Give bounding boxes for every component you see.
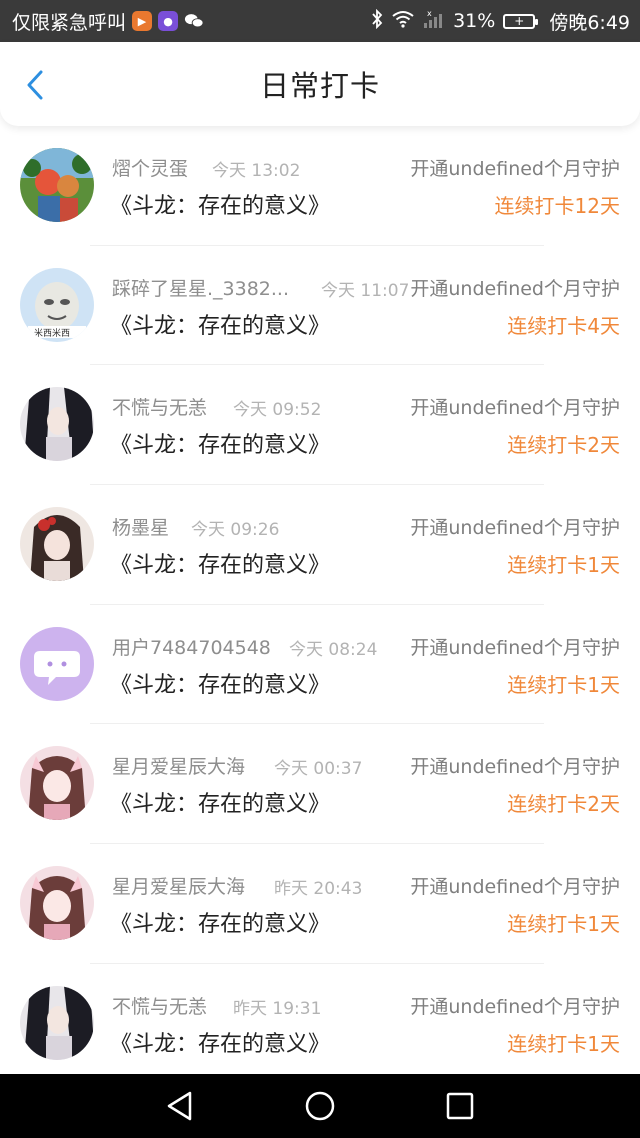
guard-promo-text: 开通undefined个月守护 — [408, 393, 620, 421]
guard-promo-text: 开通undefined个月守护 — [408, 632, 620, 660]
streak-label: 连续打卡2天 — [507, 433, 620, 458]
checkin-list: 熠个灵蛋 今天 13:02 开通undefined个月守护 《斗龙：存在的意义》… — [0, 126, 640, 1084]
nav-back-button[interactable] — [160, 1086, 200, 1126]
checkin-row[interactable]: 熠个灵蛋 今天 13:02 开通undefined个月守护 《斗龙：存在的意义》… — [0, 126, 640, 246]
book-title[interactable]: 《斗龙：存在的意义》 — [110, 547, 330, 579]
streak-label: 连续打卡1天 — [507, 912, 620, 937]
checkin-row[interactable]: 米西米西 踩碎了星星._3382... 今天 11:07 开通undefined… — [0, 246, 640, 366]
streak-label: 连续打卡1天 — [507, 553, 620, 578]
guard-promo-text: 开通undefined个月守护 — [408, 752, 620, 780]
guard-promo-text: 开通undefined个月守护 — [408, 991, 620, 1019]
user-name[interactable]: 星月爱星辰大海 — [112, 872, 245, 899]
book-title[interactable]: 《斗龙：存在的意义》 — [110, 188, 330, 220]
book-title[interactable]: 《斗龙：存在的意义》 — [110, 1026, 330, 1058]
checkin-row[interactable]: 星月爱星辰大海 昨天 20:43 开通undefined个月守护 《斗龙：存在的… — [0, 844, 640, 964]
status-right: x 31% + 傍晚6:49 — [371, 8, 630, 35]
status-left: 仅限紧急呼叫 ▶ ● — [12, 8, 204, 35]
system-nav-bar — [0, 1074, 640, 1138]
clock: 傍晚6:49 — [549, 11, 630, 34]
checkin-time: 今天 09:52 — [233, 400, 322, 421]
streak-label: 连续打卡1天 — [507, 1031, 620, 1056]
user-name[interactable]: 不慌与无恙 — [112, 393, 207, 420]
nav-recents-button[interactable] — [440, 1086, 480, 1126]
user-name[interactable]: 不慌与无恙 — [112, 992, 207, 1019]
avatar[interactable] — [20, 626, 94, 701]
avatar[interactable] — [20, 507, 94, 582]
avatar[interactable] — [20, 387, 94, 462]
wifi-icon — [391, 10, 415, 33]
checkin-row[interactable]: 不慌与无恙 今天 09:52 开通undefined个月守护 《斗龙：存在的意义… — [0, 365, 640, 485]
back-button[interactable] — [20, 68, 50, 102]
wechat-icon — [184, 11, 204, 31]
emergency-only-text: 仅限紧急呼叫 — [12, 11, 127, 34]
bluetooth-icon — [371, 8, 383, 34]
checkin-row[interactable]: 用户7484704548 今天 08:24 开通undefined个月守护 《斗… — [0, 605, 640, 725]
user-name[interactable]: 星月爱星辰大海 — [112, 752, 245, 779]
book-title[interactable]: 《斗龙：存在的意义》 — [110, 786, 330, 818]
svg-text:米西米西: 米西米西 — [34, 327, 70, 339]
page-title: 日常打卡 — [259, 69, 380, 103]
svg-text:x: x — [427, 9, 432, 18]
user-name[interactable]: 熠个灵蛋 — [112, 154, 188, 181]
checkin-time: 今天 00:37 — [274, 759, 363, 780]
streak-label: 连续打卡4天 — [507, 313, 620, 338]
streak-label: 连续打卡12天 — [494, 194, 620, 218]
avatar[interactable] — [20, 866, 94, 941]
checkin-row[interactable]: 不慌与无恙 昨天 19:31 开通undefined个月守护 《斗龙：存在的意义… — [0, 964, 640, 1084]
avatar[interactable]: 米西米西 — [20, 267, 94, 342]
home-circle-icon — [305, 1091, 335, 1121]
checkin-time: 今天 09:26 — [191, 520, 280, 541]
signal-icon: x — [423, 9, 445, 34]
checkin-time: 今天 08:24 — [289, 639, 378, 660]
status-bar: 仅限紧急呼叫 ▶ ● x 31% + 傍晚6:49 — [0, 0, 640, 42]
avatar[interactable] — [20, 746, 94, 821]
checkin-time: 今天 13:02 — [212, 161, 301, 181]
user-name[interactable]: 杨墨星 — [112, 513, 169, 540]
chevron-left-icon — [27, 70, 43, 100]
checkin-time: 昨天 19:31 — [233, 998, 322, 1019]
battery-percent: 31% — [453, 10, 496, 32]
guard-promo-text: 开通undefined个月守护 — [408, 513, 620, 541]
checkin-row[interactable]: 杨墨星 今天 09:26 开通undefined个月守护 《斗龙：存在的意义》 … — [0, 485, 640, 605]
nav-home-button[interactable] — [300, 1086, 340, 1126]
streak-label: 连续打卡2天 — [507, 792, 620, 817]
checkin-time: 今天 11:07 — [321, 280, 410, 301]
book-title[interactable]: 《斗龙：存在的意义》 — [110, 906, 330, 938]
avatar[interactable] — [20, 985, 94, 1060]
book-title[interactable]: 《斗龙：存在的意义》 — [110, 667, 330, 699]
book-title[interactable]: 《斗龙：存在的意义》 — [110, 427, 330, 459]
recents-square-icon — [446, 1092, 474, 1120]
guard-promo-text: 开通undefined个月守护 — [408, 273, 620, 301]
user-name[interactable]: 踩碎了星星._3382... — [112, 274, 289, 301]
checkin-time: 昨天 20:43 — [274, 879, 363, 900]
book-title[interactable]: 《斗龙：存在的意义》 — [110, 308, 330, 340]
guard-promo-text: 开通undefined个月守护 — [408, 872, 620, 900]
user-name[interactable]: 用户7484704548 — [112, 633, 271, 660]
avatar[interactable] — [20, 148, 94, 222]
guard-promo-text: 开通undefined个月守护 — [408, 154, 620, 181]
streak-label: 连续打卡1天 — [507, 672, 620, 697]
back-triangle-icon — [167, 1091, 192, 1121]
podcast-app-icon: ● — [158, 11, 179, 31]
battery-icon: + — [503, 13, 539, 29]
checkin-row[interactable]: 星月爱星辰大海 今天 00:37 开通undefined个月守护 《斗龙：存在的… — [0, 724, 640, 844]
video-app-icon: ▶ — [132, 11, 153, 31]
header-bar: 日常打卡 — [0, 42, 640, 126]
